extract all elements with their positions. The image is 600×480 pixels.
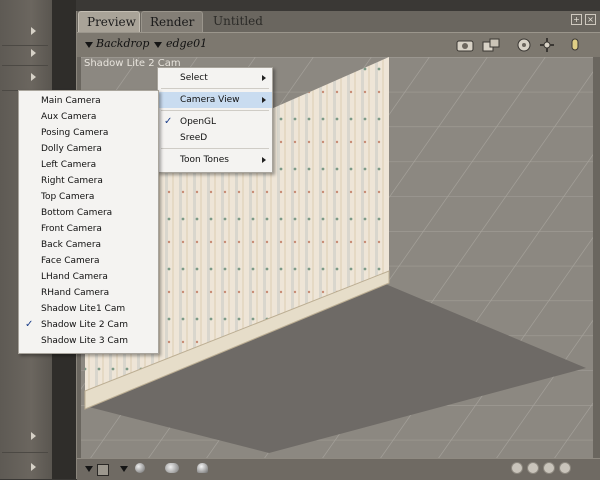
- render-camera-icon[interactable]: [456, 37, 474, 53]
- menu-item-label: Posing Camera: [41, 128, 109, 138]
- menu-item-label: Left Camera: [41, 160, 97, 170]
- menu-dropdown-icon[interactable]: [85, 466, 93, 472]
- move-view-icon[interactable]: [538, 37, 556, 53]
- menu-item-aux-camera[interactable]: Aux Camera: [19, 109, 158, 125]
- menu-item-label: Dolly Camera: [41, 144, 102, 154]
- menu-item-label: LHand Camera: [41, 272, 108, 282]
- sphere-icon[interactable]: [135, 463, 145, 473]
- menu-item-front-camera[interactable]: Front Camera: [19, 221, 158, 237]
- view-dot-icon[interactable]: [511, 462, 523, 474]
- spheres-icon[interactable]: [165, 463, 179, 473]
- view-dot-icon[interactable]: [527, 462, 539, 474]
- viewport-bottom-bar: [77, 458, 600, 480]
- frame-icon[interactable]: [97, 464, 109, 476]
- menu-item-label: SreeD: [180, 133, 208, 143]
- viewport-toolbar: Backdrop edge01: [77, 32, 600, 57]
- backdrop-dropdown-icon[interactable]: [85, 42, 93, 48]
- expand-arrow-icon[interactable]: [31, 27, 36, 35]
- menu-item-label: Select: [180, 73, 208, 83]
- submenu-arrow-icon: [262, 157, 266, 163]
- menu-item-label: Back Camera: [41, 240, 102, 250]
- menu-item-select[interactable]: Select: [158, 70, 272, 86]
- light-bulb-icon[interactable]: [566, 37, 584, 53]
- menu-item-label: Aux Camera: [41, 112, 97, 122]
- menu-item-label: Shadow Lite 3 Cam: [41, 336, 128, 346]
- menu-item-toon-tones[interactable]: Toon Tones: [158, 152, 272, 168]
- menu-item-shadow-lite-3-cam[interactable]: Shadow Lite 3 Cam: [19, 333, 158, 349]
- panel-divider: [2, 452, 48, 453]
- menu-item-sreed[interactable]: SreeD: [158, 130, 272, 146]
- maximize-icon[interactable]: +: [571, 14, 582, 25]
- menu-item-label: Face Camera: [41, 256, 100, 266]
- menu-item-back-camera[interactable]: Back Camera: [19, 237, 158, 253]
- view-dot-icon[interactable]: [543, 462, 555, 474]
- submenu-arrow-icon: [262, 75, 266, 81]
- camera-view-submenu: Main Camera Aux Camera Posing Camera Dol…: [18, 90, 159, 354]
- panel-divider: [2, 65, 48, 66]
- menu-item-label: Shadow Lite 2 Cam: [41, 320, 128, 330]
- checkmark-icon: ✓: [25, 319, 34, 330]
- expand-arrow-icon[interactable]: [31, 432, 36, 440]
- object-dropdown-icon[interactable]: [154, 42, 162, 48]
- menu-item-label: Main Camera: [41, 96, 101, 106]
- menu-item-bottom-camera[interactable]: Bottom Camera: [19, 205, 158, 221]
- document-title: Untitled: [213, 14, 263, 28]
- menu-divider: [161, 88, 269, 89]
- menu-item-label: Right Camera: [41, 176, 103, 186]
- view-dot-icon[interactable]: [559, 462, 571, 474]
- menu-item-left-camera[interactable]: Left Camera: [19, 157, 158, 173]
- expand-arrow-icon[interactable]: [31, 73, 36, 81]
- expand-arrow-icon[interactable]: [31, 49, 36, 57]
- expand-arrow-icon[interactable]: [31, 463, 36, 471]
- menu-divider: [161, 110, 269, 111]
- rotate-view-icon[interactable]: [515, 37, 533, 53]
- menu-item-right-camera[interactable]: Right Camera: [19, 173, 158, 189]
- menu-item-shadow-lite-2-cam[interactable]: ✓ Shadow Lite 2 Cam: [19, 317, 158, 333]
- render-settings-icon[interactable]: [482, 37, 500, 53]
- menu-item-posing-camera[interactable]: Posing Camera: [19, 125, 158, 141]
- checkmark-icon: ✓: [164, 116, 173, 127]
- menu-item-dolly-camera[interactable]: Dolly Camera: [19, 141, 158, 157]
- menu-divider: [161, 148, 269, 149]
- menu-item-top-camera[interactable]: Top Camera: [19, 189, 158, 205]
- backdrop-dropdown[interactable]: Backdrop: [96, 37, 149, 50]
- menu-item-label: Top Camera: [41, 192, 95, 202]
- menu-item-camera-view[interactable]: Camera View: [158, 92, 272, 108]
- menu-item-opengl[interactable]: ✓ OpenGL: [158, 114, 272, 130]
- close-icon[interactable]: ×: [585, 14, 596, 25]
- tab-render[interactable]: Render: [141, 11, 203, 32]
- menu-item-label: OpenGL: [180, 117, 217, 127]
- object-dropdown[interactable]: edge01: [166, 37, 207, 50]
- menu-item-shadow-lite1-cam[interactable]: Shadow Lite1 Cam: [19, 301, 158, 317]
- menu-item-label: RHand Camera: [41, 288, 110, 298]
- menu-item-label: Shadow Lite1 Cam: [41, 304, 126, 314]
- panel-divider: [2, 45, 48, 46]
- menu-item-label: Camera View: [180, 95, 240, 105]
- lamp-icon[interactable]: [197, 463, 208, 473]
- menu-item-rhand-camera[interactable]: RHand Camera: [19, 285, 158, 301]
- submenu-arrow-icon: [262, 97, 266, 103]
- menu-item-main-camera[interactable]: Main Camera: [19, 93, 158, 109]
- menu-item-lhand-camera[interactable]: LHand Camera: [19, 269, 158, 285]
- menu-item-label: Toon Tones: [180, 155, 229, 165]
- viewport-context-menu: Select Camera View ✓ OpenGL SreeD Toon T…: [157, 67, 273, 173]
- menu-item-label: Bottom Camera: [41, 208, 113, 218]
- display-dropdown-icon[interactable]: [120, 466, 128, 472]
- menu-item-label: Front Camera: [41, 224, 102, 234]
- menu-item-face-camera[interactable]: Face Camera: [19, 253, 158, 269]
- tab-preview[interactable]: Preview: [78, 11, 140, 32]
